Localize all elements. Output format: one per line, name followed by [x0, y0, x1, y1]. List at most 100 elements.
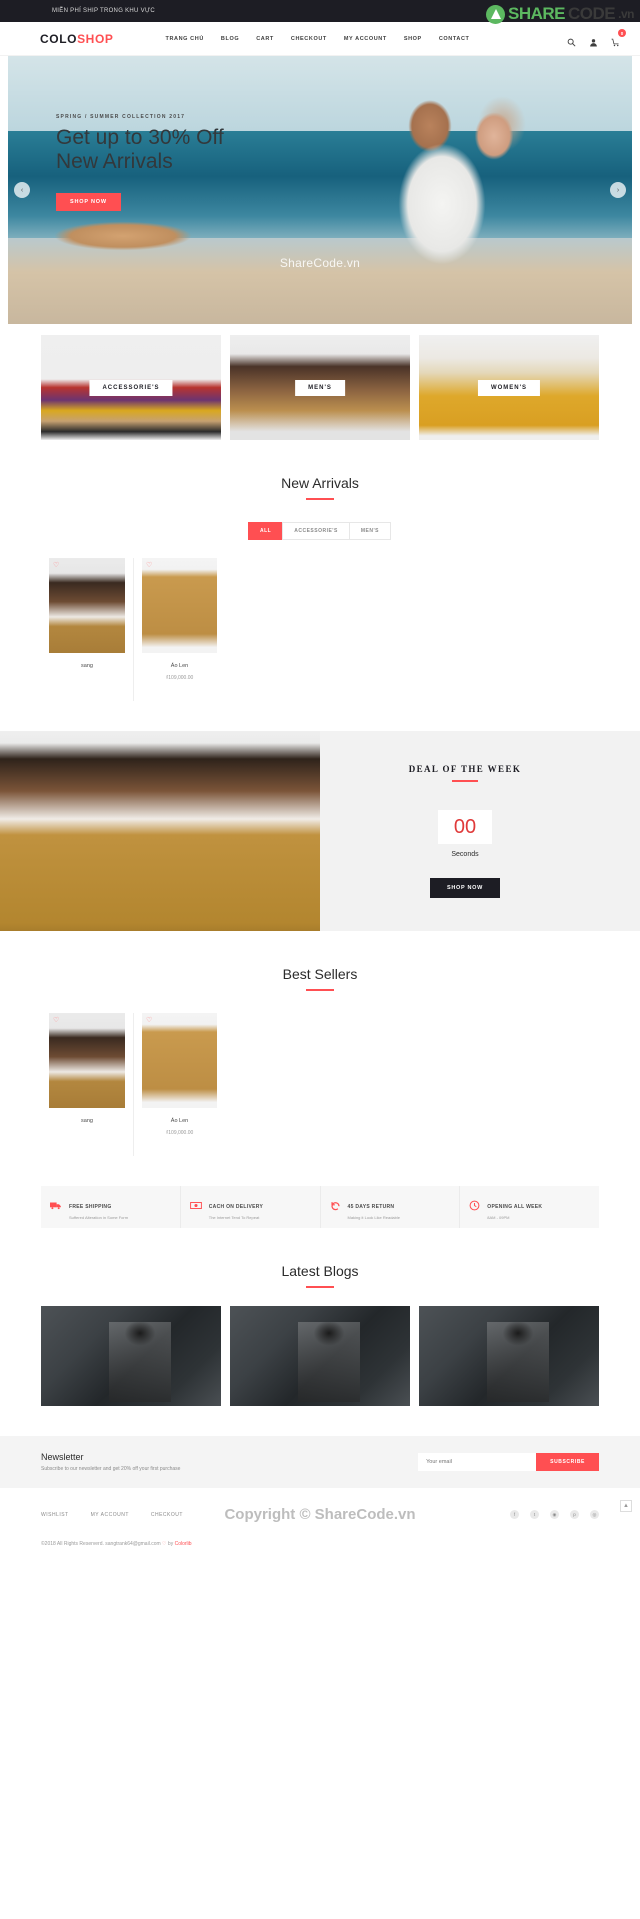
nav-item-home[interactable]: TRANG CHỦ [166, 36, 204, 42]
footer-links: WISHLIST MY ACCOUNT CHECKOUT [41, 1512, 183, 1518]
product-card[interactable]: ♡ Áo Len ₫109,000.00 [133, 558, 225, 701]
newsletter-form: SUBSCRIBE [418, 1453, 599, 1471]
wishlist-heart-icon[interactable]: ♡ [53, 562, 59, 569]
hero-carousel: SPRING / SUMMER COLLECTION 2017 Get up t… [8, 56, 632, 324]
footer-link-wishlist[interactable]: WISHLIST [41, 1512, 69, 1518]
service-text: FREE SHIPPING Suffered Alteration in Som… [69, 1195, 128, 1220]
service-subtitle: Making it Look Like Readable [347, 1214, 400, 1220]
logo-first: COLO [40, 31, 78, 46]
twitter-icon[interactable]: t [530, 1510, 539, 1519]
service-cash-on-delivery: CACH ON DELIVERY The Internet Tend To Re… [179, 1186, 320, 1228]
latest-blogs-title: Latest Blogs [281, 1263, 359, 1279]
hero-title-line1: Get up to 30% Off [56, 126, 224, 149]
deal-of-the-week-section: DEAL OF THE WEEK 00 Seconds SHOP NOW [0, 731, 640, 931]
product-card[interactable]: ♡ Áo Len ₫109,000.00 [133, 1013, 225, 1156]
facebook-icon[interactable]: f [510, 1510, 519, 1519]
user-icon[interactable] [589, 34, 598, 47]
return-icon [330, 1200, 341, 1214]
category-card-womens[interactable]: WOMEN'S [419, 335, 599, 440]
best-sellers-title: Best Sellers [282, 966, 358, 982]
deal-shop-now-button[interactable]: SHOP NOW [429, 878, 501, 898]
nav-item-contact[interactable]: CONTACT [439, 36, 470, 42]
back-to-top-button[interactable]: ▲ [620, 1500, 632, 1512]
newsletter-section: Newsletter Subscribe to our newsletter a… [0, 1436, 640, 1488]
product-meta: Áo Len ₫109,000.00 [134, 1108, 225, 1156]
category-label-mens: MEN'S [295, 379, 345, 396]
wishlist-heart-icon[interactable]: ♡ [146, 562, 152, 569]
cash-icon [189, 1201, 202, 1213]
wishlist-heart-icon[interactable]: ♡ [53, 1017, 59, 1024]
filter-tab-mens[interactable]: MEN'S [348, 522, 391, 540]
title-underline [306, 1286, 334, 1288]
deal-product-image [0, 731, 320, 931]
product-image: ♡ [142, 1013, 217, 1108]
colorlib-link[interactable]: Colorlib [175, 1541, 192, 1547]
hero-title-line2: New Arrivals [56, 150, 173, 174]
newsletter-email-input[interactable] [418, 1453, 537, 1471]
carousel-next-arrow[interactable]: › [610, 182, 626, 198]
title-underline [306, 989, 334, 991]
site-logo[interactable]: COLOSHOP [40, 32, 114, 46]
category-card-mens[interactable]: MEN'S [230, 335, 410, 440]
truck-icon [50, 1201, 62, 1213]
cart-icon[interactable]: 0 [611, 29, 626, 47]
wishlist-heart-icon[interactable]: ♡ [146, 1017, 152, 1024]
category-card-accessories[interactable]: ACCESSORIE'S [41, 335, 221, 440]
nav-item-my-account[interactable]: MY ACCOUNT [344, 36, 387, 42]
nav-item-shop[interactable]: SHOP [404, 36, 422, 42]
hero-shop-now-button[interactable]: SHOP NOW [56, 192, 121, 211]
main-navigation: TRANG CHỦ BLOG CART CHECKOUT MY ACCOUNT … [166, 36, 470, 42]
nav-item-cart[interactable]: CART [256, 36, 274, 42]
footer-link-checkout[interactable]: CHECKOUT [151, 1512, 183, 1518]
service-subtitle: Suffered Alteration in Some Form [69, 1214, 129, 1220]
product-card[interactable]: ♡ sang [41, 1013, 133, 1156]
copyright-by: by [166, 1541, 175, 1547]
service-text: 45 DAYS RETURN Making it Look Like Reada… [348, 1195, 400, 1220]
hero-kicker: SPRING / SUMMER COLLECTION 2017 [56, 114, 186, 120]
product-name: Áo Len [170, 663, 189, 669]
dribbble-icon[interactable]: ◎ [590, 1510, 599, 1519]
countdown-unit-label: Seconds [451, 851, 479, 858]
newsletter-subscribe-button[interactable]: SUBSCRIBE [536, 1453, 599, 1471]
new-arrivals-product-grid: ♡ sang ♡ Áo Len ₫109,000.00 [0, 558, 640, 701]
product-name: sang [81, 663, 93, 669]
filter-tab-accessories[interactable]: ACCESSORIE'S [282, 522, 350, 540]
product-name: Áo Len [170, 1118, 189, 1124]
nav-item-checkout[interactable]: CHECKOUT [291, 36, 327, 42]
product-price: ₫109,000.00 [165, 1130, 194, 1136]
service-title: 45 DAYS RETURN [347, 1203, 395, 1210]
instagram-icon[interactable]: ◉ [550, 1510, 559, 1519]
blog-post-grid [0, 1306, 640, 1406]
product-filter-tabs: ALL ACCESSORIE'S MEN'S [0, 522, 640, 540]
site-footer: Copyright © ShareCode.vn WISHLIST MY ACC… [0, 1488, 640, 1565]
nav-item-blog[interactable]: BLOG [221, 36, 239, 42]
watermark-code: CODE [568, 4, 616, 23]
clock-icon [469, 1200, 480, 1214]
deal-content: DEAL OF THE WEEK 00 Seconds SHOP NOW [320, 731, 640, 931]
new-arrivals-title: New Arrivals [281, 475, 359, 491]
search-icon[interactable] [567, 34, 576, 47]
service-opening-all-week: OPENING ALL WEEK 8AM - 09PM [459, 1186, 599, 1228]
pinterest-icon[interactable]: p [570, 1510, 579, 1519]
category-label-accessories: ACCESSORIE'S [89, 379, 173, 396]
blog-card[interactable] [230, 1306, 410, 1406]
sharecode-logo-icon [486, 4, 506, 24]
deal-title: DEAL OF THE WEEK [408, 764, 522, 774]
hero-figure-legs [28, 206, 218, 276]
blog-card[interactable] [41, 1306, 221, 1406]
product-meta: Áo Len ₫109,000.00 [134, 653, 225, 701]
category-cards: ACCESSORIE'S MEN'S WOMEN'S [0, 324, 640, 440]
product-meta: sang [41, 1108, 133, 1150]
service-title: FREE SHIPPING [69, 1203, 112, 1210]
footer-link-my-account[interactable]: MY ACCOUNT [91, 1512, 129, 1518]
header-icons: 0 [567, 29, 626, 47]
carousel-prev-arrow[interactable]: ‹ [14, 182, 30, 198]
latest-blogs-heading: Latest Blogs [0, 1228, 640, 1288]
filter-tab-all[interactable]: ALL [248, 522, 284, 540]
product-image: ♡ [142, 558, 217, 653]
cart-count-badge: 0 [618, 29, 626, 37]
product-meta: sang [41, 653, 133, 695]
product-card[interactable]: ♡ sang [41, 558, 133, 701]
countdown-value: 00 [437, 810, 493, 844]
blog-card[interactable] [419, 1306, 599, 1406]
